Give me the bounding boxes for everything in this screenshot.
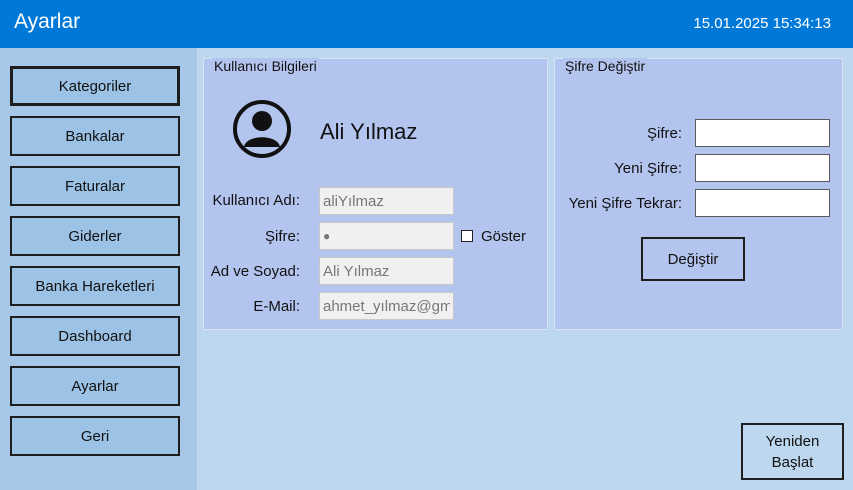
datetime-display: 15.01.2025 15:34:13 [693,15,831,32]
new-password-label: Yeni Şifre: [614,160,682,177]
confirm-password-input[interactable] [695,189,830,217]
restart-line1: Yeniden [765,432,820,450]
nav-kategoriler-button[interactable]: Kategoriler [10,66,180,106]
nav-geri-button[interactable]: Geri [10,416,180,456]
restart-button[interactable]: Yeniden Başlat [741,423,844,480]
current-password-input[interactable] [695,119,830,147]
nav-banka-hareketleri-button[interactable]: Banka Hareketleri [10,266,180,306]
nav-dashboard-button[interactable]: Dashboard [10,316,180,356]
title-bar: Ayarlar 15.01.2025 15:34:13 [0,0,853,48]
user-info-panel: Kullanıcı Bilgileri Ali Yılmaz Kullanıcı… [203,58,548,330]
new-password-input[interactable] [695,154,830,182]
change-password-panel: Şifre Değiştir Şifre: Yeni Şifre: Yeni Ş… [554,58,843,330]
email-field[interactable] [319,292,454,320]
user-avatar-icon [232,99,292,159]
nav-faturalar-button[interactable]: Faturalar [10,166,180,206]
show-password-checkbox[interactable] [461,230,473,242]
change-password-button[interactable]: Değiştir [641,237,745,281]
nav-giderler-button[interactable]: Giderler [10,216,180,256]
username-field[interactable] [319,187,454,215]
sidebar: Kategoriler Bankalar Faturalar Giderler … [0,48,197,490]
password-field[interactable] [319,222,454,250]
current-password-label: Şifre: [646,125,682,142]
nav-bankalar-button[interactable]: Bankalar [10,116,180,156]
user-info-title: Kullanıcı Bilgileri [212,58,319,74]
user-display-name: Ali Yılmaz [320,119,418,144]
nav-ayarlar-button[interactable]: Ayarlar [10,366,180,406]
app-title: Ayarlar [14,10,81,33]
email-label: E-Mail: [253,298,300,315]
username-label: Kullanıcı Adı: [212,192,300,209]
confirm-password-label: Yeni Şifre Tekrar: [568,195,682,212]
fullname-label: Ad ve Soyad: [210,263,300,280]
restart-line2: Başlat [771,453,814,471]
change-password-title: Şifre Değiştir [563,58,648,74]
fullname-field[interactable] [319,257,454,285]
password-label: Şifre: [264,228,300,245]
show-password-label: Göster [481,228,527,245]
